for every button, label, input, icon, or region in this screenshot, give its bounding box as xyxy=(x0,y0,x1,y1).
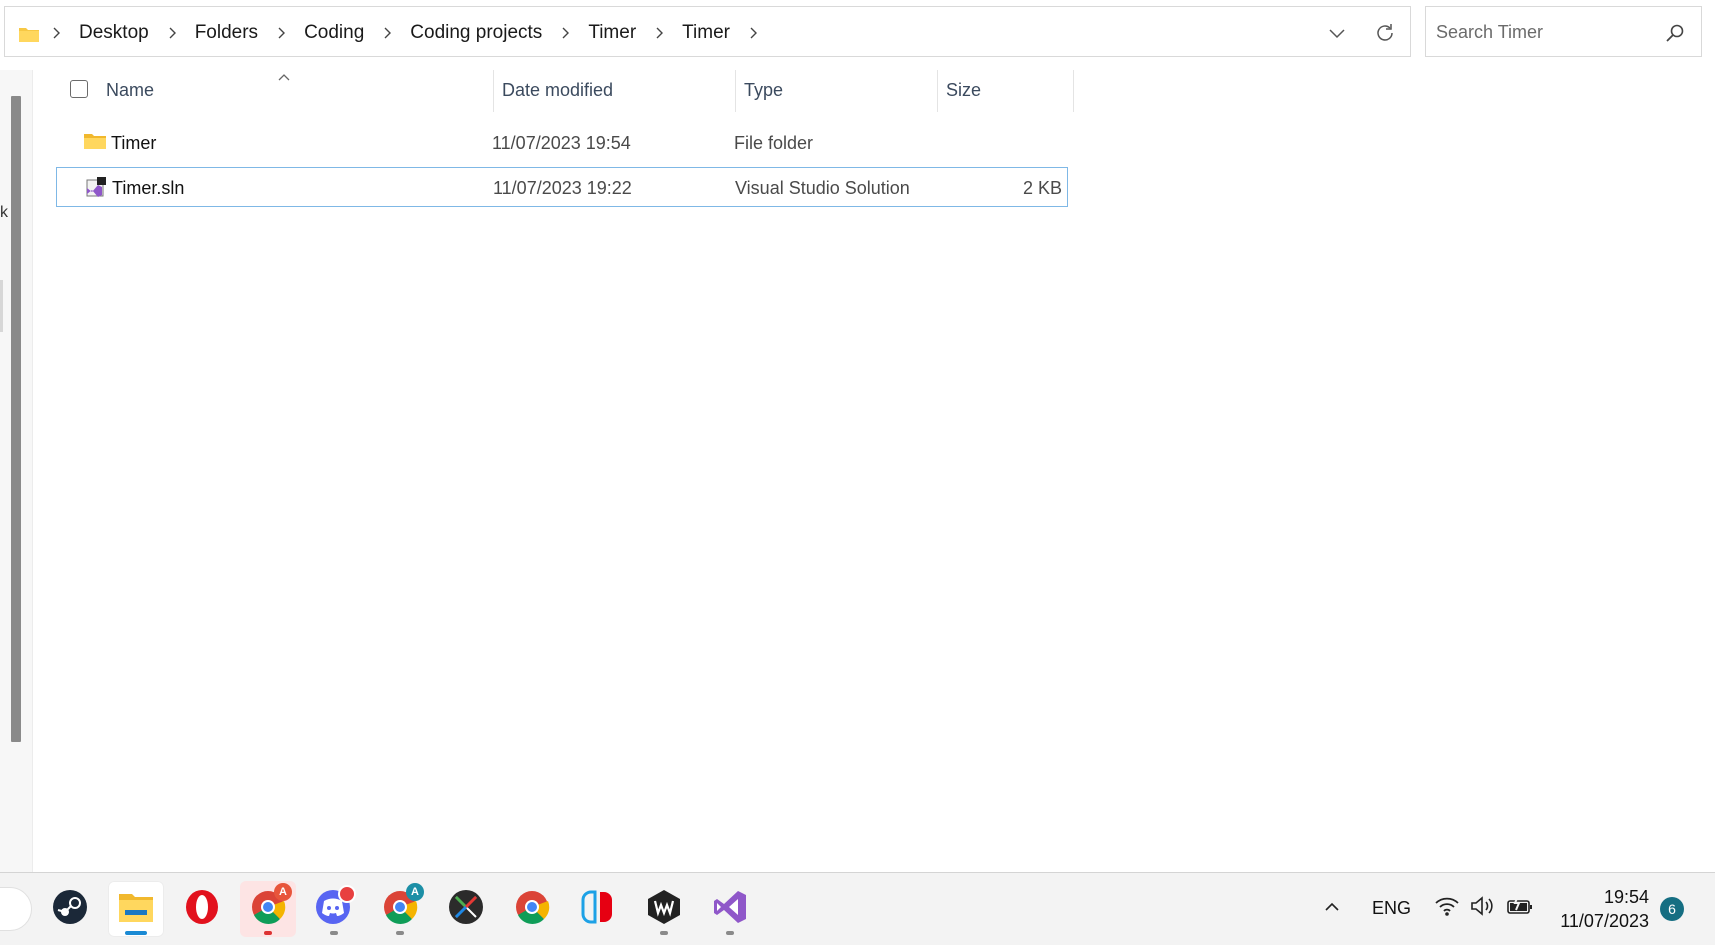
taskbar-app-chrome[interactable]: A xyxy=(240,881,296,937)
column-divider[interactable] xyxy=(1073,70,1074,112)
breadcrumb-item-timer[interactable]: Timer xyxy=(586,22,638,44)
taskbar-app-wwise[interactable] xyxy=(636,881,692,937)
battery-charging-icon[interactable] xyxy=(1506,895,1534,922)
navigation-scrollbar[interactable] xyxy=(11,96,21,742)
search-icon[interactable] xyxy=(1665,23,1685,43)
file-list: Name Date modified Type Size Timer 11/07… xyxy=(33,70,1715,872)
taskbar-app-file-explorer[interactable] xyxy=(108,881,164,937)
app-running-indicator xyxy=(396,931,404,935)
taskbar-app-chrome[interactable] xyxy=(504,881,560,937)
active-app-indicator xyxy=(125,931,147,935)
file-explorer-icon xyxy=(117,890,155,929)
visual-studio-solution-icon xyxy=(84,176,108,198)
taskbar-app-steam[interactable] xyxy=(42,881,98,937)
breadcrumb: Desktop Folders Coding Coding projects T… xyxy=(43,7,774,58)
taskbar-app-unity[interactable] xyxy=(438,881,494,937)
wifi-icon[interactable] xyxy=(1434,895,1460,922)
select-all-checkbox[interactable] xyxy=(70,80,88,98)
unity-icon xyxy=(448,889,484,930)
chevron-right-icon[interactable] xyxy=(274,26,288,40)
taskbar-app-visual-studio[interactable] xyxy=(702,881,758,937)
clock-date: 11/07/2023 xyxy=(1560,911,1649,931)
file-date-modified: 11/07/2023 19:54 xyxy=(492,133,631,153)
column-divider[interactable] xyxy=(493,70,494,112)
input-language[interactable]: ENG xyxy=(1372,898,1411,919)
column-header-size[interactable]: Size xyxy=(946,80,981,101)
opera-icon xyxy=(184,889,220,930)
visual-studio-icon xyxy=(712,889,748,930)
taskbar: A A ENG 19:54 11/07/2023 6 xyxy=(0,872,1715,945)
column-header-type[interactable]: Type xyxy=(744,80,783,101)
refresh-icon[interactable] xyxy=(1373,21,1397,45)
search-input[interactable]: Search Timer xyxy=(1425,6,1702,57)
breadcrumb-item-folders[interactable]: Folders xyxy=(193,22,260,44)
search-placeholder: Search Timer xyxy=(1436,22,1544,42)
file-type: File folder xyxy=(734,133,814,153)
taskbar-app-opera[interactable] xyxy=(174,881,230,937)
column-header-date-modified[interactable]: Date modified xyxy=(502,80,613,101)
navigation-pane-edge xyxy=(0,280,3,332)
navigation-pane-clipped-text: k xyxy=(0,204,8,221)
file-name: Timer.sln xyxy=(112,178,185,198)
folder-icon xyxy=(18,25,40,48)
column-header-row: Name Date modified Type Size xyxy=(33,70,1074,112)
chevron-down-icon[interactable] xyxy=(1328,24,1346,42)
app-running-indicator xyxy=(726,931,734,935)
taskbar-search-stub[interactable] xyxy=(0,887,32,931)
file-type: Visual Studio Solution xyxy=(735,178,910,198)
file-date-modified: 11/07/2023 19:22 xyxy=(493,178,632,198)
column-divider[interactable] xyxy=(735,70,736,112)
chevron-right-icon[interactable] xyxy=(558,26,572,40)
taskbar-app-discord[interactable] xyxy=(306,881,362,937)
nintendo-switch-icon xyxy=(580,889,616,930)
notification-dot-icon xyxy=(338,885,356,903)
folder-icon xyxy=(83,131,107,153)
sort-ascending-icon xyxy=(277,66,291,81)
chevron-right-icon[interactable] xyxy=(746,26,760,40)
profile-badge: A xyxy=(406,883,424,901)
app-running-indicator xyxy=(660,931,668,935)
chevron-right-icon[interactable] xyxy=(380,26,394,40)
list-item-selected[interactable]: Timer.sln 11/07/2023 19:22 Visual Studio… xyxy=(56,167,1068,207)
chevron-right-icon[interactable] xyxy=(165,26,179,40)
chevron-right-icon[interactable] xyxy=(652,26,666,40)
taskbar-app-chrome[interactable]: A xyxy=(372,881,428,937)
clock-time: 19:54 xyxy=(1603,887,1649,907)
navigation-pane: k xyxy=(0,70,33,872)
wwise-icon xyxy=(646,889,682,930)
chrome-icon xyxy=(514,889,550,930)
file-size: 2 KB xyxy=(1022,178,1062,198)
notification-count-badge[interactable]: 6 xyxy=(1660,897,1684,921)
volume-icon[interactable] xyxy=(1469,895,1495,922)
chevron-right-icon[interactable] xyxy=(49,26,63,40)
list-item[interactable]: Timer 11/07/2023 19:54 File folder xyxy=(56,123,1068,163)
show-hidden-icons-chevron-up-icon[interactable] xyxy=(1322,897,1342,917)
taskbar-app-nintendo-switch[interactable] xyxy=(570,881,626,937)
address-bar[interactable]: Desktop Folders Coding Coding projects T… xyxy=(4,6,1411,57)
file-name: Timer xyxy=(111,133,157,153)
app-running-indicator xyxy=(330,931,338,935)
breadcrumb-item-desktop[interactable]: Desktop xyxy=(77,22,151,44)
column-header-name[interactable]: Name xyxy=(106,80,154,101)
app-running-indicator xyxy=(264,931,272,935)
breadcrumb-item-timer-current[interactable]: Timer xyxy=(680,22,732,44)
breadcrumb-item-coding[interactable]: Coding xyxy=(302,22,366,44)
steam-icon xyxy=(52,889,88,930)
profile-badge: A xyxy=(274,883,292,901)
breadcrumb-item-coding-projects[interactable]: Coding projects xyxy=(408,22,544,44)
column-divider[interactable] xyxy=(937,70,938,112)
system-clock[interactable]: 19:54 11/07/2023 xyxy=(1560,885,1649,933)
